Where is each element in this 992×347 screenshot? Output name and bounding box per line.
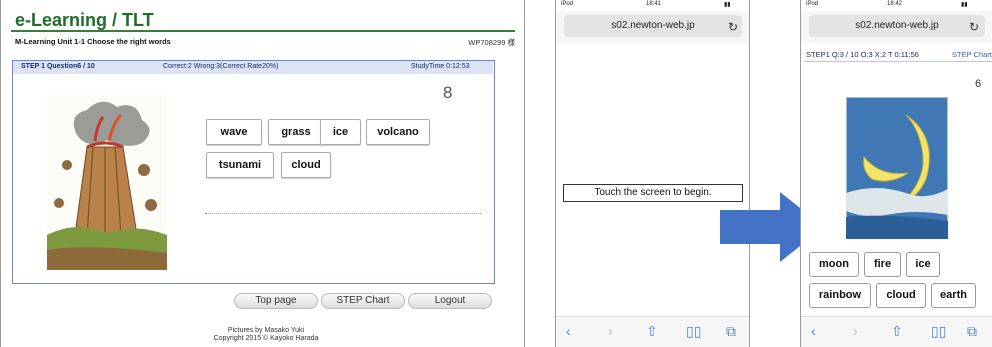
word-choice[interactable]: ice xyxy=(320,119,361,145)
step-chart-link[interactable]: STEP Chart xyxy=(952,50,992,59)
tabs-icon[interactable]: ⧉ xyxy=(726,323,736,340)
back-icon[interactable]: ‹ xyxy=(566,323,571,339)
moon-illustration xyxy=(846,97,948,239)
word-choice[interactable]: cloud xyxy=(281,152,331,178)
step-progress: STEP1 Q:3 / 10 O:3 X:2 T 0:11:56 xyxy=(806,50,919,59)
safari-toolbar: ‹ › ⇧ ▯▯ ⧉ xyxy=(801,316,992,347)
reload-icon[interactable]: ↻ xyxy=(969,20,979,34)
share-icon[interactable]: ⇧ xyxy=(891,323,903,340)
header-divider xyxy=(11,30,515,32)
bookmarks-icon[interactable]: ▯▯ xyxy=(686,323,701,340)
word-choice[interactable]: fire xyxy=(864,252,901,277)
footer-credits: Pictures by Masako Yuki Copyright 2015 ©… xyxy=(151,327,381,343)
phone-status-bar: iPod 18:42 ▮▮ xyxy=(801,0,992,10)
clock: 18:42 xyxy=(887,1,903,7)
step-question: STEP 1 Question6 / 10 xyxy=(21,63,95,70)
touch-to-begin-prompt[interactable]: Touch the screen to begin. xyxy=(563,184,743,202)
clock: 18:41 xyxy=(646,1,662,7)
word-choice[interactable]: rainbow xyxy=(809,283,871,308)
study-time: StudyTime 0:12:53 xyxy=(411,63,470,70)
user-id: WP708299 様 xyxy=(468,38,515,47)
share-icon[interactable]: ⇧ xyxy=(646,323,658,340)
footer-pictures-credit: Pictures by Masako Yuki xyxy=(227,327,305,334)
carrier-label: iPod xyxy=(561,1,574,7)
safari-toolbar: ‹ › ⇧ ▯▯ ⧉ xyxy=(556,316,749,347)
quiz-frame: STEP 1 Question6 / 10 Correct:2 Wrong:3(… xyxy=(12,60,495,284)
desktop-app-window: e-Learning / TLT M-Learning Unit 1-1 Cho… xyxy=(0,0,525,347)
phone-status-bar: iPod 18:41 ▮▮ xyxy=(556,0,749,10)
question-number: 8 xyxy=(443,83,453,102)
battery-icon: ▮▮ xyxy=(961,2,968,8)
address-bar: s02.newton-web.jp ↻ xyxy=(801,11,992,43)
word-choice[interactable]: moon xyxy=(809,252,859,277)
quiz-status-bar: STEP 1 Question6 / 10 Correct:2 Wrong:3(… xyxy=(13,61,493,74)
battery-icon: ▮▮ xyxy=(724,2,731,8)
word-choice[interactable]: tsunami xyxy=(206,152,274,178)
score-summary: Correct:2 Wrong:3(Correct Rate20%) xyxy=(163,63,279,70)
top-page-button[interactable]: Top page xyxy=(234,293,318,309)
url-text: s02.newton-web.jp xyxy=(611,20,695,31)
url-field[interactable]: s02.newton-web.jp xyxy=(809,15,985,37)
bookmarks-icon[interactable]: ▯▯ xyxy=(931,323,946,340)
app-title: e-Learning / TLT xyxy=(15,10,154,30)
quiz-status-bar: STEP1 Q:3 / 10 O:3 X:2 T 0:11:56 STEP Ch… xyxy=(804,48,992,62)
address-bar: s02.newton-web.jp ↻ xyxy=(556,11,749,43)
forward-icon[interactable]: › xyxy=(608,323,613,339)
reload-icon[interactable]: ↻ xyxy=(728,20,738,34)
forward-icon[interactable]: › xyxy=(853,323,858,339)
unit-subtitle: M-Learning Unit 1-1 Choose the right wor… xyxy=(15,37,171,46)
url-text: s02.newton-web.jp xyxy=(855,20,939,31)
back-icon[interactable]: ‹ xyxy=(811,323,816,339)
word-choice[interactable]: cloud xyxy=(876,283,926,308)
carrier-label: iPod xyxy=(806,1,819,7)
word-choice[interactable]: ice xyxy=(906,252,940,277)
logout-button[interactable]: Logout xyxy=(408,293,492,309)
word-choice[interactable]: grass xyxy=(268,119,324,145)
word-choice[interactable]: volcano xyxy=(366,119,430,145)
step-chart-button[interactable]: STEP Chart xyxy=(321,293,405,309)
answer-line xyxy=(205,213,481,214)
phone-start-screen: iPod 18:41 ▮▮ s02.newton-web.jp ↻ ‹ › ⇧ … xyxy=(555,0,750,347)
word-choice[interactable]: earth xyxy=(931,283,976,308)
footer-copyright: Copyright 2015 © Kayoko Harada xyxy=(213,335,319,342)
tabs-icon[interactable]: ⧉ xyxy=(967,323,977,340)
volcano-illustration xyxy=(47,95,167,270)
question-number: 6 xyxy=(975,78,982,90)
word-choice[interactable]: wave xyxy=(206,119,262,145)
url-field[interactable]: s02.newton-web.jp xyxy=(564,15,742,37)
